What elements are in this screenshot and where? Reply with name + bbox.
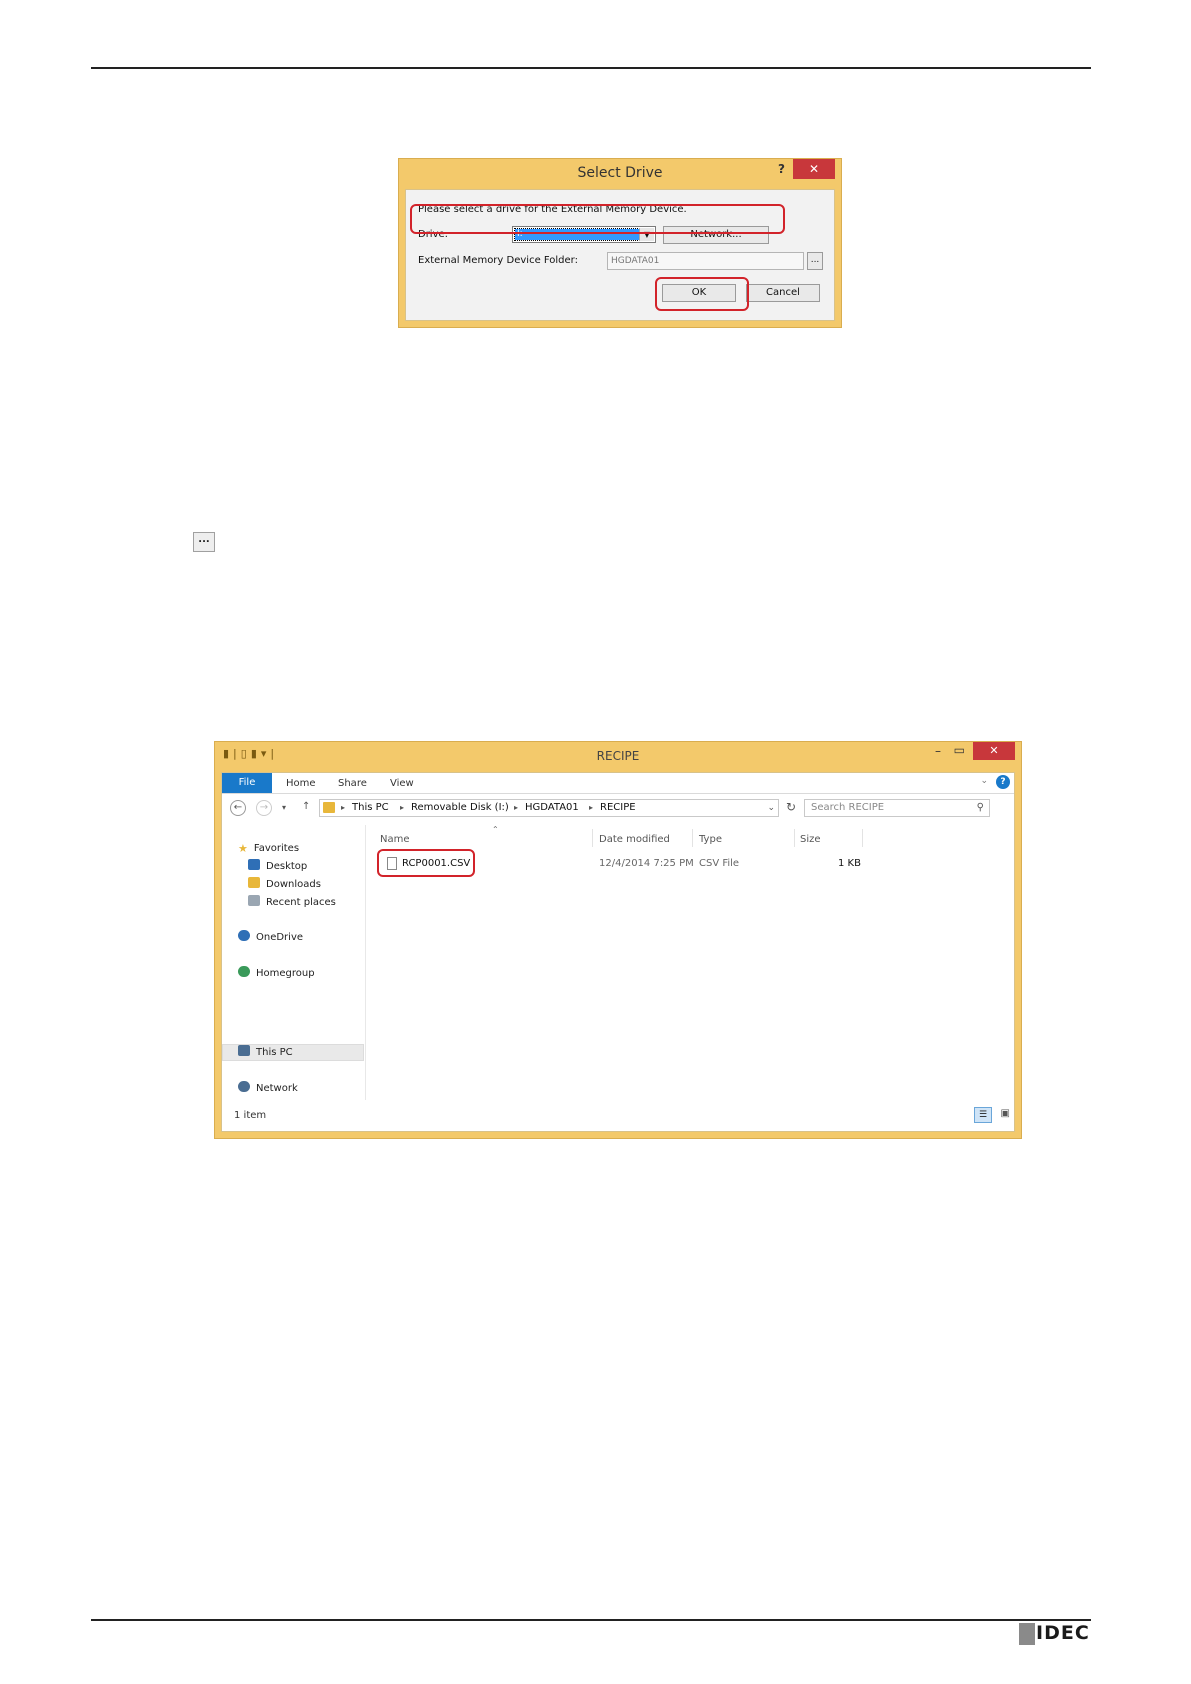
help-icon[interactable]: ? xyxy=(996,775,1010,789)
nav-item-desktop[interactable]: Desktop xyxy=(248,859,307,875)
folder-label: External Memory Device Folder: xyxy=(418,255,578,266)
highlight-file xyxy=(377,849,475,877)
nav-item-this-pc[interactable]: This PC xyxy=(238,1045,293,1061)
nav-item-network[interactable]: Network xyxy=(238,1081,298,1097)
nav-item-favorites[interactable]: ★ Favorites xyxy=(238,841,299,857)
back-icon[interactable]: ← xyxy=(230,800,246,816)
nav-item-downloads[interactable]: Downloads xyxy=(248,877,321,893)
search-icon[interactable]: ⚲ xyxy=(977,800,984,816)
ribbon: File Home Share View ⌄ ? xyxy=(222,773,1014,794)
up-icon[interactable]: ↑ xyxy=(302,801,310,812)
dialog-title: Select Drive xyxy=(577,165,663,181)
homegroup-icon xyxy=(238,966,250,977)
tab-view[interactable]: View xyxy=(390,778,414,789)
explorer-window: ▮|▯▮▾| RECIPE – ▭ ✕ File Home Share View… xyxy=(214,741,1022,1139)
file-size: 1 KB xyxy=(838,858,861,869)
star-icon: ★ xyxy=(238,842,248,855)
navigation-pane: ★ Favorites Desktop Downloads Recent plac… xyxy=(222,825,366,1100)
tab-home[interactable]: Home xyxy=(286,778,316,789)
chevron-down-icon[interactable]: ⌄ xyxy=(980,776,988,786)
nav-item-onedrive[interactable]: OneDrive xyxy=(238,930,303,946)
tab-file[interactable]: File xyxy=(222,773,272,793)
header-rule xyxy=(91,67,1091,69)
cloud-icon xyxy=(238,930,250,941)
downloads-icon xyxy=(248,877,260,888)
recent-locations-icon[interactable]: ▾ xyxy=(282,803,286,812)
breadcrumb-item[interactable]: RECIPE xyxy=(600,800,636,816)
close-icon[interactable]: ✕ xyxy=(793,159,835,179)
nav-item-recent-places[interactable]: Recent places xyxy=(248,895,336,911)
column-header-size[interactable]: Size xyxy=(800,834,821,845)
explorer-content: File Home Share View ⌄ ? ← → ▾ ↑ ▸ This … xyxy=(221,772,1015,1132)
address-bar[interactable]: ▸ This PC ▸ Removable Disk (I:) ▸ HGDATA… xyxy=(319,799,779,817)
minimize-icon[interactable]: – xyxy=(935,744,941,758)
folder-icon xyxy=(323,802,335,813)
browse-button[interactable]: ... xyxy=(807,252,823,270)
recent-places-icon xyxy=(248,895,260,906)
breadcrumb-item[interactable]: Removable Disk (I:) xyxy=(411,800,509,816)
help-icon[interactable]: ? xyxy=(778,162,785,176)
nav-item-homegroup[interactable]: Homegroup xyxy=(238,966,315,982)
tab-share[interactable]: Share xyxy=(338,778,367,789)
file-type: CSV File xyxy=(699,858,740,869)
file-date: 12/4/2014 7:25 PM xyxy=(599,858,694,869)
cancel-button[interactable]: Cancel xyxy=(746,284,820,302)
navigation-bar: ← → ▾ ↑ ▸ This PC ▸ Removable Disk (I:) … xyxy=(222,795,1014,821)
computer-icon xyxy=(238,1045,250,1056)
search-input[interactable]: Search RECIPE ⚲ xyxy=(804,799,990,817)
refresh-icon[interactable]: ↻ xyxy=(786,800,796,814)
footer-rule xyxy=(91,1619,1091,1621)
details-view-icon[interactable]: ☰ xyxy=(974,1107,992,1123)
column-header-date[interactable]: Date modified xyxy=(599,834,670,845)
breadcrumb-item[interactable]: HGDATA01 xyxy=(525,800,579,816)
highlight-drive-row xyxy=(410,204,785,234)
folder-input[interactable]: HGDATA01 xyxy=(607,252,804,270)
search-placeholder: Search RECIPE xyxy=(811,802,885,813)
chevron-down-icon[interactable]: ⌄ xyxy=(767,800,775,816)
desktop-icon xyxy=(248,859,260,870)
network-icon xyxy=(238,1081,250,1092)
browse-button-standalone[interactable]: ... xyxy=(193,532,215,552)
highlight-ok-button xyxy=(655,277,749,311)
status-bar: 1 item xyxy=(234,1110,267,1121)
maximize-icon[interactable]: ▭ xyxy=(954,743,965,757)
select-drive-dialog: Select Drive ? ✕ Please select a drive f… xyxy=(398,158,842,328)
forward-icon[interactable]: → xyxy=(256,800,272,816)
sort-ascending-icon: ⌃ xyxy=(492,825,499,834)
explorer-title: RECIPE xyxy=(596,749,640,763)
column-header-type[interactable]: Type xyxy=(699,834,722,845)
breadcrumb-item[interactable]: This PC xyxy=(352,800,389,816)
column-header-name[interactable]: Name xyxy=(380,834,410,845)
logo-text: IDEC xyxy=(1036,1622,1090,1644)
large-icons-view-icon[interactable]: ▣ xyxy=(1001,1108,1010,1119)
close-icon[interactable]: ✕ xyxy=(973,742,1015,760)
